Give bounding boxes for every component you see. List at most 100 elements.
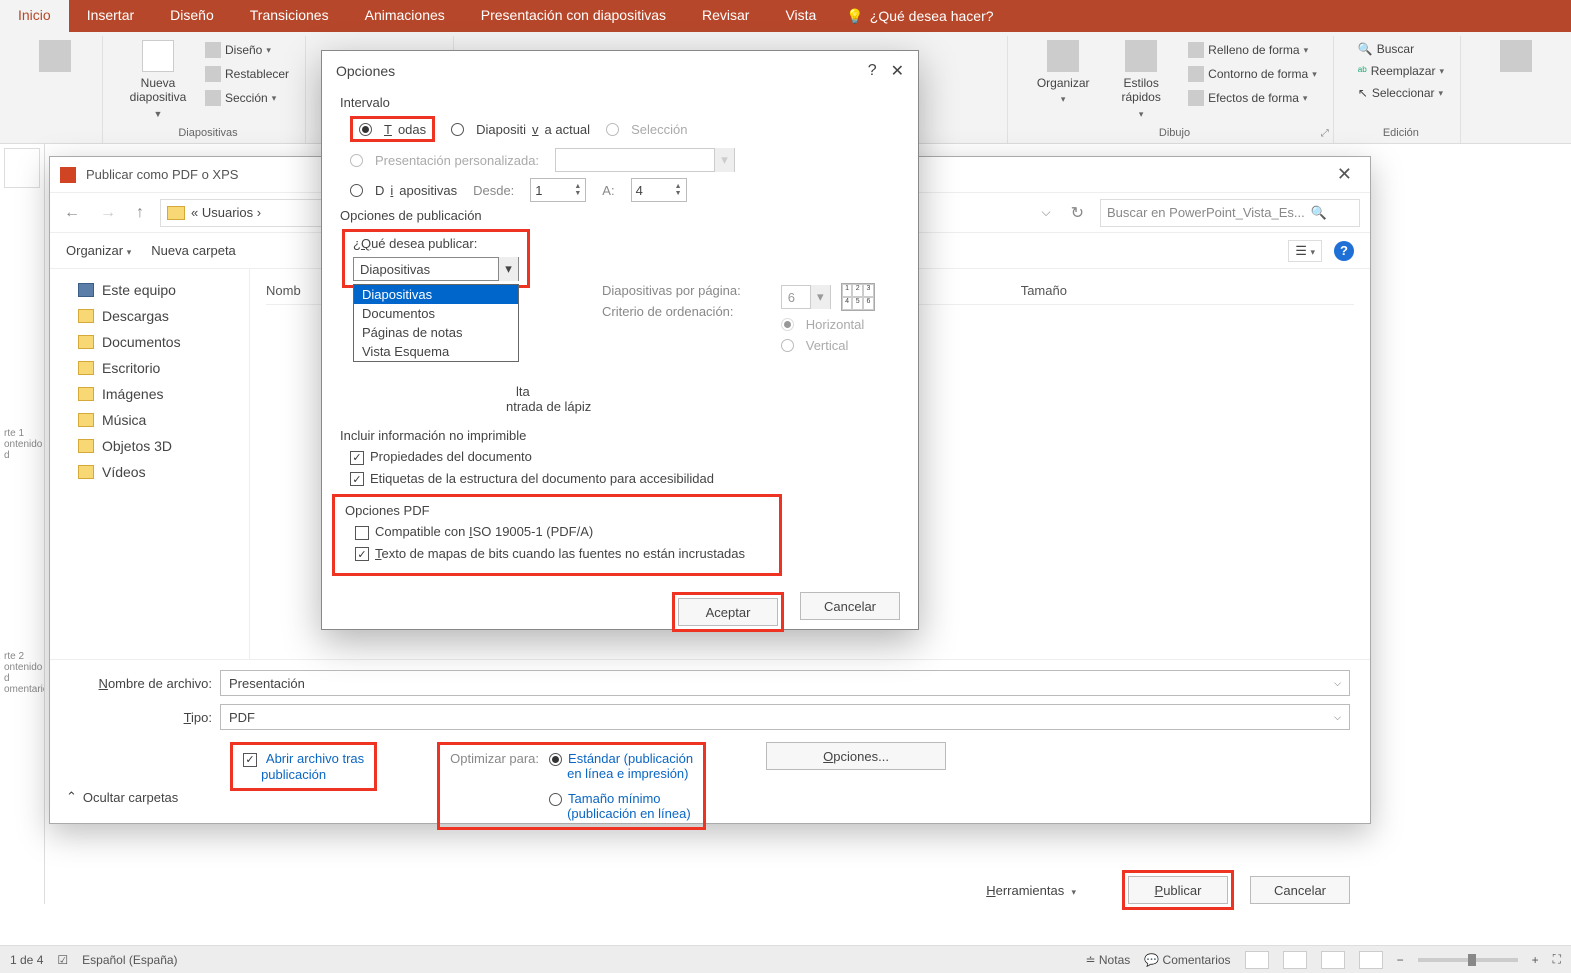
ribbon-tab-transiciones[interactable]: Transiciones [232,0,347,32]
view-mode-button[interactable]: ☰ ▾ [1288,240,1322,262]
select-button[interactable]: ↖Seleccionar▾ [1354,84,1448,102]
organize-menu[interactable]: Organizar ▾ [66,243,131,258]
ok-button[interactable]: Aceptar [678,598,778,626]
arrange-button[interactable]: Organizar▾ [1028,40,1098,105]
dropdown-option-documentos[interactable]: Documentos [354,304,518,323]
column-size[interactable]: Tamaño [1021,283,1067,298]
sidebar-item-thispc[interactable]: Este equipo [50,277,249,303]
zoom-out-button[interactable]: − [1397,953,1404,967]
filename-input[interactable]: Presentación⌵ [220,670,1350,696]
quick-styles-button[interactable]: Estilos rápidos▾ [1106,40,1176,120]
ribbon-tab-animaciones[interactable]: Animaciones [347,0,463,32]
to-spinner[interactable]: 4▲▼ [631,178,687,202]
folder-tree[interactable]: Este equipo Descargas Documentos Escrito… [50,269,250,659]
new-slide-button[interactable]: Nueva diapositiva ▼ [123,40,193,120]
pc-icon [78,283,94,297]
range-current-radio[interactable]: Diapositiva actual [451,122,590,137]
sidebar-item-videos[interactable]: Vídeos [50,459,249,485]
paste-button[interactable] [20,40,90,72]
sidebar-label: Objetos 3D [102,438,172,454]
sorter-view-button[interactable] [1283,951,1307,969]
find-button[interactable]: 🔍Buscar [1354,40,1448,58]
accessibility-checkbox[interactable] [350,472,364,486]
shape-effects-button[interactable]: Efectos de forma▾ [1184,88,1321,108]
normal-view-button[interactable] [1245,951,1269,969]
tell-me[interactable]: 💡 ¿Qué desea hacer? [834,0,1005,32]
doc-props-checkbox[interactable] [350,451,364,465]
ribbon-tab-diseno[interactable]: Diseño [152,0,232,32]
highlight-pdf-options: Opciones PDF Compatible con ISO 19005-1 … [332,494,782,576]
close-icon[interactable]: ✕ [1329,164,1360,185]
sidebar-label: Imágenes [102,386,163,402]
pdfa-checkbox[interactable] [355,526,369,540]
optimize-minimum-radio[interactable] [549,793,562,806]
section-button[interactable]: Sección▾ [201,88,293,108]
fit-to-window-button[interactable]: ⛶ [1553,952,1561,967]
tools-menu[interactable]: Herramientas ▾ [986,883,1076,898]
sidebar-item-downloads[interactable]: Descargas [50,303,249,329]
zoom-slider[interactable] [1418,958,1518,962]
back-button[interactable]: ← [60,204,84,222]
up-button[interactable]: ↑ [132,204,148,222]
search-icon: 🔍 [1311,205,1327,221]
sidebar-item-music[interactable]: Música [50,407,249,433]
arrange-icon [1047,40,1079,72]
cancel-button[interactable]: Cancelar [800,592,900,620]
filetype-select[interactable]: PDF⌵ [220,704,1350,730]
options-button[interactable]: Opciones... [766,742,946,770]
hide-folders-button[interactable]: ⌃Ocultar carpetas [66,789,178,805]
reading-view-button[interactable] [1321,951,1345,969]
editing-group-label: Edición [1354,125,1448,141]
dropdown-icon[interactable]: ⌵ [1037,205,1054,220]
sidebar-item-desktop[interactable]: Escritorio [50,355,249,381]
search-input[interactable]: Buscar en PowerPoint_Vista_Es... 🔍 [1100,199,1360,227]
spellcheck-icon[interactable]: ☑ [57,953,68,967]
dropdown-option-paginas[interactable]: Páginas de notas [354,323,518,342]
range-slides-radio[interactable]: Diapositivas [350,183,457,198]
zoom-in-button[interactable]: + [1532,953,1539,967]
dropdown-option-esquema[interactable]: Vista Esquema [354,342,518,361]
help-icon[interactable]: ? [854,62,891,80]
slide-thumb-1[interactable] [4,148,40,188]
publish-button[interactable]: Publicar [1128,876,1228,904]
ribbon-tab-insertar[interactable]: Insertar [69,0,152,32]
ribbon-tab-revisar[interactable]: Revisar [684,0,767,32]
replace-button[interactable]: ᵃᵇReemplazar▾ [1354,62,1448,80]
new-folder-button[interactable]: Nueva carpeta [151,243,236,258]
shape-outline-button[interactable]: Contorno de forma▾ [1184,64,1321,84]
ribbon-tab-vista[interactable]: Vista [767,0,834,32]
layout-button[interactable]: Diseño▾ [201,40,293,60]
refresh-icon[interactable]: ↻ [1067,203,1088,223]
breadcrumb-segment[interactable]: « Usuarios › [191,205,261,220]
column-name[interactable]: Nomb [266,283,301,298]
open-after-label: Abrir archivo tras publicación [243,751,364,782]
cancel-button[interactable]: Cancelar [1250,876,1350,904]
group-launcher-icon[interactable]: ⤢ [1321,128,1329,139]
forward-button[interactable]: → [96,204,120,222]
range-all-radio[interactable]: Todas [359,122,426,137]
addin-button[interactable] [1481,40,1551,72]
open-after-checkbox[interactable] [243,753,257,767]
what-publish-select[interactable]: Diapositivas▾ [353,257,519,281]
sidebar-item-pictures[interactable]: Imágenes [50,381,249,407]
dropdown-option-diapositivas[interactable]: Diapositivas [354,285,518,304]
language-button[interactable]: Español (España) [82,953,177,967]
comments-button[interactable]: 💬 Comentarios [1144,953,1230,967]
range-section-label: Intervalo [340,95,900,110]
from-spinner[interactable]: 1▲▼ [530,178,586,202]
reset-button[interactable]: Restablecer [201,64,293,84]
ribbon-tab-inicio[interactable]: Inicio [0,0,69,32]
sidebar-item-documents[interactable]: Documentos [50,329,249,355]
chevron-down-icon[interactable]: ▾ [498,257,518,281]
help-icon[interactable]: ? [1334,241,1354,261]
slide-counter[interactable]: 1 de 4 [10,953,43,967]
bitmap-text-checkbox[interactable] [355,547,369,561]
shape-fill-button[interactable]: Relleno de forma▾ [1184,40,1321,60]
notes-button[interactable]: ≐ Notas [1086,953,1131,967]
optimize-standard-radio[interactable] [549,753,562,766]
close-icon[interactable]: ✕ [891,61,904,81]
slideshow-view-button[interactable] [1359,951,1383,969]
sidebar-item-3dobjects[interactable]: Objetos 3D [50,433,249,459]
ribbon-tab-presentacion[interactable]: Presentación con diapositivas [463,0,684,32]
what-publish-dropdown[interactable]: Diapositivas Documentos Páginas de notas… [353,284,519,362]
